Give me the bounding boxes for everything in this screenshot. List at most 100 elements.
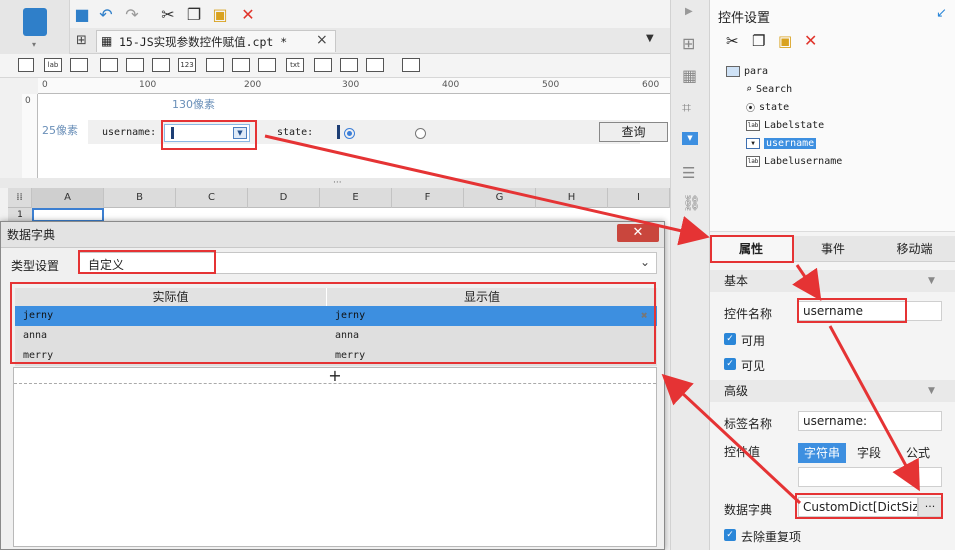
radio-icon[interactable] [415, 128, 426, 139]
paste-icon[interactable]: ▣ [210, 4, 230, 24]
copy-icon[interactable]: ❐ [184, 4, 204, 24]
chevron-down-icon[interactable]: ▾ [32, 40, 36, 49]
column-header[interactable]: A [32, 188, 104, 208]
copy-icon[interactable]: ❐ [752, 32, 765, 50]
tab-close-button[interactable]: × [316, 32, 328, 48]
tree-item-username[interactable]: ▼ username [746, 135, 817, 151]
collapse-arrow-icon[interactable]: ▶ [685, 6, 693, 17]
combobox-widget-icon[interactable] [100, 58, 118, 72]
formula-type-button[interactable]: 公式 [894, 443, 942, 463]
dict-display-cell[interactable]: merry [335, 346, 365, 366]
tree-item-labelstate[interactable]: lab Labelstate [746, 117, 824, 133]
collapse-icon[interactable]: ▼ [928, 380, 935, 402]
crop-icon[interactable]: ⌗ [682, 98, 691, 118]
control-value-input[interactable] [798, 467, 942, 487]
textarea-widget-icon[interactable] [206, 58, 224, 72]
dict-row-selected[interactable]: jerny jerny ✖ [15, 306, 657, 326]
calendar-widget-icon[interactable] [152, 58, 170, 72]
save-icon[interactable]: ■ [72, 4, 92, 24]
pin-icon[interactable]: ↙ [936, 6, 947, 21]
row-header[interactable]: 1 [8, 208, 32, 222]
dict-row[interactable]: merry merry [15, 346, 657, 366]
basic-section-header[interactable]: 基本 ▼ [710, 270, 955, 292]
number-widget-icon[interactable]: 123 [178, 58, 196, 72]
chevron-down-icon[interactable]: ⌄ [640, 255, 650, 269]
dedupe-checkbox[interactable]: ✓ [724, 529, 736, 541]
tab-events[interactable]: 事件 [792, 236, 874, 262]
column-header[interactable]: H [536, 188, 608, 208]
date-widget-icon[interactable] [126, 58, 144, 72]
stack-icon[interactable]: ☰ [682, 164, 695, 182]
dict-actual-cell[interactable]: jerny [23, 306, 53, 326]
combobox-settings-icon[interactable]: ▼ [682, 132, 698, 145]
tag-name-input[interactable]: username: [798, 411, 942, 431]
query-button[interactable]: 查询 [599, 122, 668, 142]
dropdown-arrow-icon[interactable]: ▼ [233, 127, 247, 139]
password-widget-icon[interactable] [314, 58, 332, 72]
tree-item-labelusername[interactable]: lab Labelusername [746, 153, 842, 169]
splitter-handle-icon[interactable]: ··· [333, 178, 342, 188]
column-header[interactable]: I [608, 188, 670, 208]
collapse-icon[interactable]: ▼ [928, 270, 935, 292]
layout-icon[interactable]: ⊞ [682, 34, 695, 53]
dict-actual-cell[interactable]: merry [23, 346, 53, 366]
dict-row[interactable]: anna anna [15, 326, 657, 346]
text-cursor [171, 127, 174, 139]
tab-menu-icon[interactable]: ▼ [646, 33, 654, 44]
dict-add-area[interactable]: + [13, 367, 657, 547]
text-widget-icon[interactable]: txt [286, 58, 304, 72]
tab-mobile[interactable]: 移动端 [874, 236, 955, 262]
column-header[interactable]: G [464, 188, 536, 208]
cut-icon[interactable]: ✂ [158, 4, 178, 24]
enabled-checkbox[interactable]: ✓ [724, 333, 736, 345]
tab-file[interactable]: ▦ 15-JS实现参数控件赋值.cpt * [96, 30, 336, 52]
delete-icon[interactable]: ✕ [238, 4, 258, 24]
more-widget-icon[interactable] [402, 58, 420, 72]
dialog-close-button[interactable]: ✕ [617, 224, 659, 242]
tree-item-state[interactable]: ⦿ state [746, 99, 789, 115]
control-name-input[interactable]: username [798, 301, 942, 321]
app-menu-icon[interactable] [23, 8, 47, 36]
textfield-widget-icon[interactable] [70, 58, 88, 72]
selected-cell[interactable] [32, 208, 104, 222]
cut-icon[interactable]: ✂ [726, 32, 739, 50]
tab-properties[interactable]: 属性 [710, 236, 792, 262]
tree-item-search[interactable]: ⌕ Search [746, 81, 792, 97]
username-combobox[interactable]: ▼ [164, 124, 250, 142]
type-select[interactable]: 自定义 ⌄ [79, 252, 657, 274]
select-all-corner[interactable]: ⁞⁞ [8, 188, 32, 208]
dict-display-cell[interactable]: jerny [335, 306, 365, 326]
dict-display-cell[interactable]: anna [335, 326, 359, 346]
column-header[interactable]: E [320, 188, 392, 208]
radio-widget-icon[interactable] [232, 58, 250, 72]
tree-item-para[interactable]: para [726, 63, 768, 79]
tree-widget-icon[interactable] [366, 58, 384, 72]
checkgroup-widget-icon[interactable] [340, 58, 358, 72]
paste-icon[interactable]: ▣ [778, 32, 792, 50]
splitter[interactable]: ··· [0, 178, 670, 188]
string-type-button[interactable]: 字符串 [798, 443, 846, 463]
add-row-button[interactable]: + [14, 368, 656, 384]
label-widget-icon[interactable] [18, 58, 34, 72]
redo-icon[interactable]: ↷ [122, 4, 142, 24]
dict-value-field[interactable]: CustomDict[DictSize: [798, 497, 918, 517]
advanced-section-header[interactable]: 高级 ▼ [710, 380, 955, 402]
column-header[interactable]: F [392, 188, 464, 208]
lab-widget-icon[interactable]: lab [44, 58, 62, 72]
dict-edit-button[interactable]: ··· [918, 497, 942, 517]
link-icon[interactable]: ⛓ [682, 194, 701, 212]
grid-icon[interactable]: ⊞ [76, 33, 87, 48]
delete-icon[interactable]: ✕ [804, 31, 817, 50]
column-header[interactable]: C [176, 188, 248, 208]
column-header[interactable]: B [104, 188, 176, 208]
tree-item-label: Labelusername [764, 155, 843, 167]
checkbox-widget-icon[interactable] [258, 58, 276, 72]
undo-icon[interactable]: ↶ [96, 4, 116, 24]
visible-checkbox[interactable]: ✓ [724, 358, 736, 370]
column-header[interactable]: D [248, 188, 320, 208]
row-delete-icon[interactable]: ✖ [641, 306, 648, 326]
widget-list-icon[interactable]: ▦ [682, 66, 697, 85]
radio-selected-icon[interactable] [344, 128, 355, 139]
field-type-button[interactable]: 字段 [846, 443, 892, 463]
dict-actual-cell[interactable]: anna [23, 326, 47, 346]
